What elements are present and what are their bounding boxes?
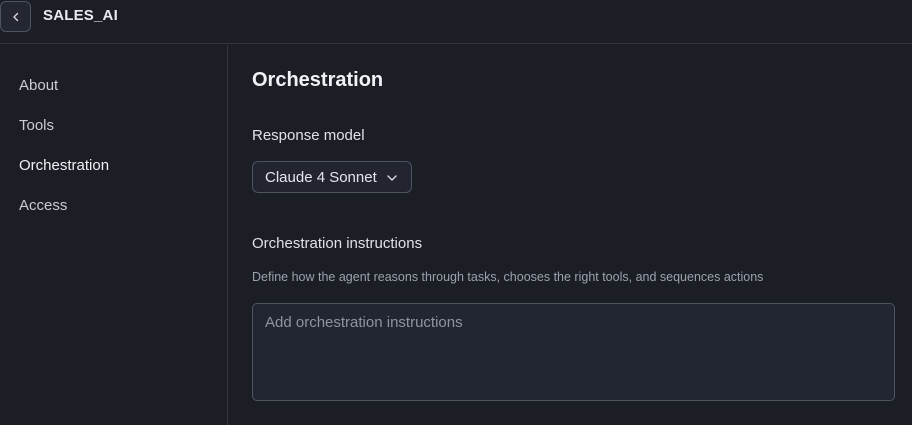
instructions-label: Orchestration instructions — [252, 235, 423, 252]
response-model-select[interactable]: Claude 4 Sonnet — [252, 161, 412, 193]
response-model-value: Claude 4 Sonnet — [265, 168, 377, 186]
sidebar-nav: About Tools Orchestration Access — [0, 45, 228, 425]
page-title: Orchestration — [252, 69, 384, 91]
top-bar: SALES_AI — [0, 0, 912, 44]
sidebar-item-access[interactable]: Access — [19, 197, 67, 214]
chevron-down-icon — [387, 175, 397, 181]
sidebar-item-tools[interactable]: Tools — [19, 117, 54, 134]
back-button[interactable] — [0, 1, 31, 32]
sidebar-item-orchestration[interactable]: Orchestration — [19, 157, 109, 174]
app-title: SALES_AI — [43, 7, 118, 24]
main-content: Orchestration Response model Claude 4 So… — [252, 45, 912, 425]
instructions-description: Define how the agent reasons through tas… — [252, 270, 764, 284]
sidebar-item-about[interactable]: About — [19, 77, 58, 94]
response-model-label: Response model — [252, 127, 365, 144]
chevron-left-icon — [12, 12, 18, 21]
orchestration-instructions-input[interactable] — [252, 303, 895, 401]
